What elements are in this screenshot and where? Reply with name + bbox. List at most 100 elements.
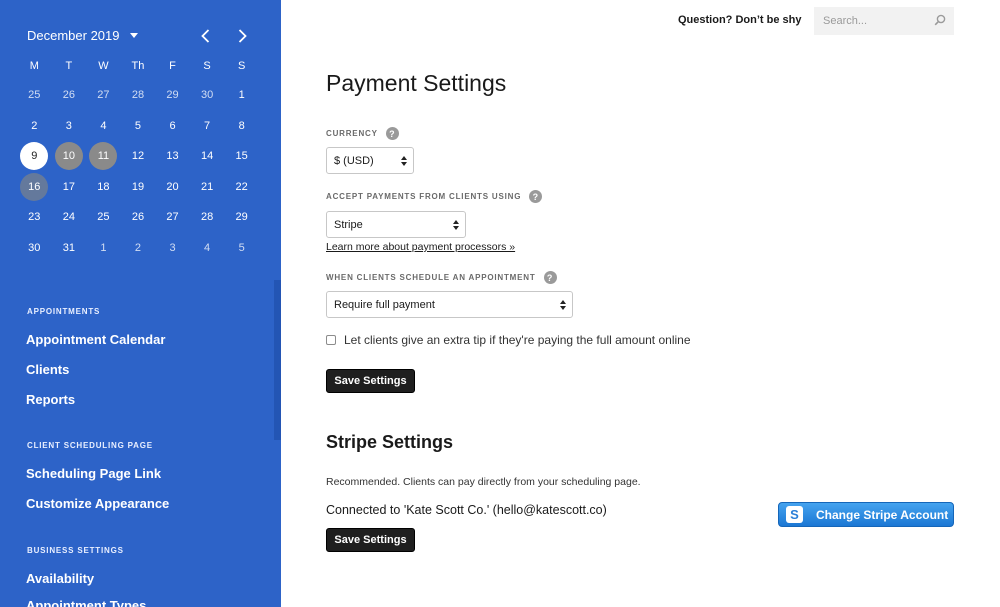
question-icon[interactable]: ? <box>529 190 543 203</box>
calendar-day[interactable]: 30 <box>190 80 225 111</box>
next-month-button[interactable] <box>235 28 249 44</box>
calendar-day-number: 27 <box>166 211 179 224</box>
previous-month-button[interactable] <box>199 28 213 44</box>
calendar-day[interactable]: 20 <box>155 172 190 203</box>
weekday-label: F <box>169 60 176 72</box>
calendar-day[interactable]: 23 <box>17 202 52 233</box>
calendar-day-number: 27 <box>97 89 110 102</box>
nav-reports[interactable]: Reports <box>26 392 75 407</box>
currency-label-text: CURRENCY <box>326 129 378 138</box>
calendar-day-number: 6 <box>169 119 176 132</box>
nav-availability[interactable]: Availability <box>26 571 94 586</box>
change-stripe-account-button[interactable]: S Change Stripe Account <box>778 502 954 527</box>
save-stripe-settings-button[interactable]: Save Settings <box>326 528 415 552</box>
calendar-day[interactable]: 5 <box>121 111 156 142</box>
nav-clients[interactable]: Clients <box>26 362 69 377</box>
select-arrows-icon <box>401 156 407 166</box>
weekday-label: M <box>29 60 39 72</box>
calendar-day-number: 4 <box>100 119 107 132</box>
calendar-day[interactable]: 4 <box>190 233 225 264</box>
calendar-day[interactable]: 16 <box>17 172 52 203</box>
calendar-day-number: 25 <box>28 89 41 102</box>
save-payment-settings-button[interactable]: Save Settings <box>326 369 415 393</box>
calendar-day[interactable]: 29 <box>224 202 259 233</box>
calendar-day[interactable]: 3 <box>155 233 190 264</box>
tip-label: Let clients give an extra tip if they're… <box>344 333 691 347</box>
calendar-day[interactable]: 26 <box>52 80 87 111</box>
calendar-day[interactable]: 28 <box>121 80 156 111</box>
page-title: Payment Settings <box>326 70 507 96</box>
calendar-day[interactable]: 14 <box>190 141 225 172</box>
calendar-day[interactable]: 26 <box>121 202 156 233</box>
sidebar: December 2019 M T W Th F S S 25 26 27 28 29 30 1 2 3 4 5… <box>0 0 281 607</box>
weekday-label: S <box>237 60 246 72</box>
calendar-day[interactable]: 2 <box>17 111 52 142</box>
calendar-day[interactable]: 22 <box>224 172 259 203</box>
calendar-day-number: 1 <box>238 89 245 102</box>
search-box <box>814 7 954 35</box>
stripe-recommendation: Recommended. Clients can pay directly fr… <box>326 476 641 488</box>
calendar-day-number: 2 <box>31 119 38 132</box>
question-icon[interactable]: ? <box>385 127 399 140</box>
calendar-day[interactable]: 1 <box>86 233 121 264</box>
question-icon[interactable]: ? <box>543 271 557 284</box>
calendar-day[interactable]: 19 <box>121 172 156 203</box>
calendar-day-number: 28 <box>200 211 214 224</box>
calendar-day[interactable]: 6 <box>155 111 190 142</box>
calendar-day[interactable]: 15 <box>224 141 259 172</box>
tip-option: Let clients give an extra tip if they're… <box>326 333 691 347</box>
search-icon[interactable] <box>934 14 946 26</box>
calendar-day-number: 26 <box>131 211 145 224</box>
calendar-day-number: 13 <box>166 150 179 163</box>
sidebar-scrollbar[interactable] <box>274 280 281 440</box>
accept-payments-label: ACCEPT PAYMENTS FROM CLIENTS USING ? <box>326 190 543 203</box>
weekday-label: Th <box>131 60 145 72</box>
calendar-day[interactable]: 24 <box>52 202 87 233</box>
calendar-day[interactable]: 12 <box>121 141 156 172</box>
calendar-day[interactable]: 10 <box>52 141 87 172</box>
calendar-day[interactable]: 2 <box>121 233 156 264</box>
calendar-day[interactable]: 21 <box>190 172 225 203</box>
calendar-day-number: 24 <box>62 211 75 224</box>
calendar-day[interactable]: 29 <box>155 80 190 111</box>
calendar-day[interactable]: 9 <box>17 141 52 172</box>
calendar-day[interactable]: 8 <box>224 111 259 142</box>
calendar-day[interactable]: 28 <box>190 202 225 233</box>
nav-customize-appearance[interactable]: Customize Appearance <box>26 496 169 511</box>
nav-scheduling-page-link[interactable]: Scheduling Page Link <box>26 466 161 481</box>
nav-appointment-types[interactable]: Appointment Types <box>26 598 146 607</box>
calendar-day[interactable]: 17 <box>52 172 87 203</box>
calendar-day-number: 29 <box>166 89 179 102</box>
scheduling-heading: CLIENT SCHEDULING PAGE <box>27 441 153 450</box>
chevron-left-icon <box>201 29 210 43</box>
calendar-day-number: 11 <box>89 142 118 171</box>
calendar-day[interactable]: 27 <box>155 202 190 233</box>
payment-requirement-select[interactable]: Require full payment <box>326 291 573 318</box>
schedule-payment-label-text: WHEN CLIENTS SCHEDULE AN APPOINTMENT <box>326 273 536 282</box>
calendar-day[interactable]: 25 <box>17 80 52 111</box>
calendar-day[interactable]: 5 <box>224 233 259 264</box>
calendar-day[interactable]: 3 <box>52 111 87 142</box>
nav-appointment-calendar[interactable]: Appointment Calendar <box>26 332 165 347</box>
change-stripe-account-label: Change Stripe Account <box>816 507 949 522</box>
calendar-day[interactable]: 18 <box>86 172 121 203</box>
calendar-day-number: 25 <box>97 211 110 224</box>
calendar-day[interactable]: 31 <box>52 233 87 264</box>
calendar-day[interactable]: 13 <box>155 141 190 172</box>
calendar-day[interactable]: 11 <box>86 141 121 172</box>
calendar-day[interactable]: 4 <box>86 111 121 142</box>
month-selector[interactable]: December 2019 <box>27 28 138 43</box>
calendar-day[interactable]: 30 <box>17 233 52 264</box>
stripe-connected-account: Connected to 'Kate Scott Co.' (hello@kat… <box>326 503 607 517</box>
calendar-day[interactable]: 27 <box>86 80 121 111</box>
tip-checkbox[interactable] <box>326 335 336 345</box>
search-input[interactable] <box>814 8 924 34</box>
currency-select[interactable]: $ (USD) <box>326 147 414 174</box>
payment-processor-select[interactable]: Stripe <box>326 211 466 238</box>
calendar-day-number: 5 <box>238 241 245 254</box>
calendar-day[interactable]: 7 <box>190 111 225 142</box>
calendar-day[interactable]: 25 <box>86 202 121 233</box>
calendar-day[interactable]: 1 <box>224 80 259 111</box>
learn-more-link[interactable]: Learn more about payment processors » <box>326 241 515 253</box>
help-link[interactable]: Question? Don’t be shy <box>678 14 801 26</box>
